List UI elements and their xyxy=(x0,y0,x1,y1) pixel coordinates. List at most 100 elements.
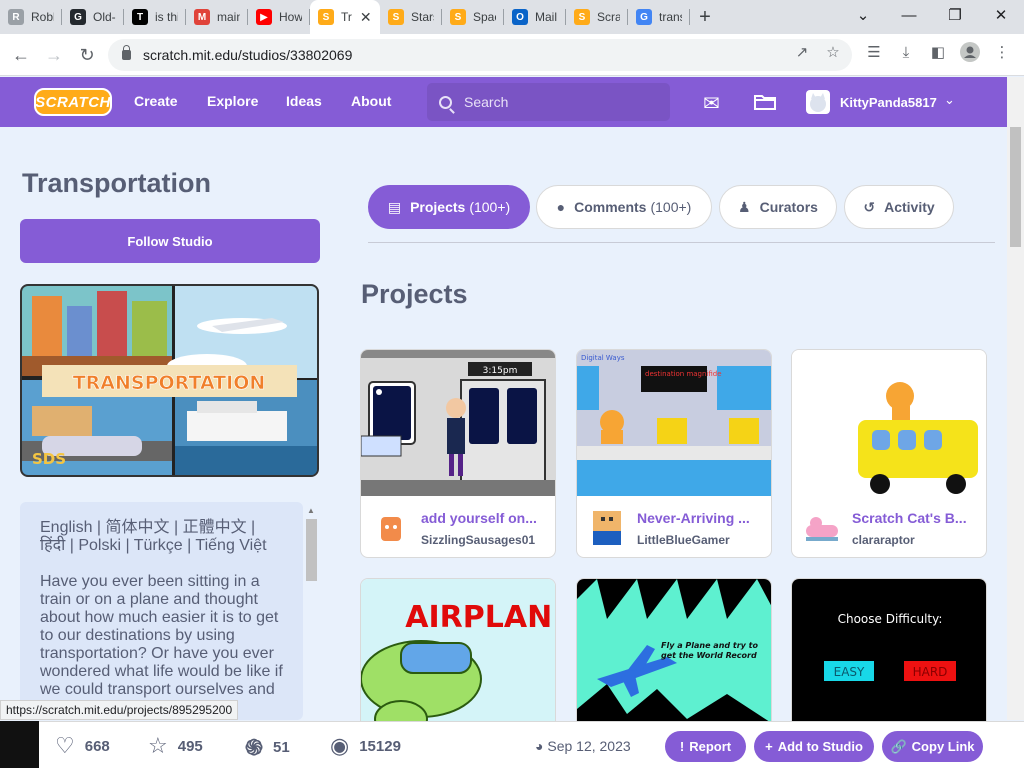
browser-tab[interactable]: O Mail xyxy=(504,0,566,34)
close-tab-icon[interactable]: ✕ xyxy=(360,9,372,26)
browser-tab[interactable]: S Stars xyxy=(380,0,442,34)
share-icon[interactable]: ↗ xyxy=(792,42,812,62)
easy-label: EASY xyxy=(834,665,865,679)
media-control-icon[interactable]: ☰ xyxy=(864,42,884,62)
tab-favicon-icon: S xyxy=(388,9,404,25)
search-input[interactable]: Search xyxy=(427,83,670,121)
browser-tab[interactable]: S Scrat xyxy=(566,0,628,34)
projects-icon: ▤ xyxy=(387,198,402,215)
projects-heading: Projects xyxy=(361,279,468,309)
project-card[interactable]: Scratch Cat's B... clararaptor xyxy=(791,349,987,558)
messages-icon[interactable]: ✉ xyxy=(703,91,720,116)
report-button[interactable]: ! Report xyxy=(665,731,746,762)
tab-curators[interactable]: ♟ Curators xyxy=(719,185,837,229)
thumbnail-tag: Digital Ways xyxy=(581,354,625,362)
tab-projects[interactable]: ▤ Projects (100+) xyxy=(368,185,530,229)
address-bar: ← → ↻ scratch.mit.edu/studios/33802069 ↗… xyxy=(0,34,1024,76)
lock-icon xyxy=(122,45,131,60)
project-title[interactable]: Never-Arriving ... xyxy=(637,510,763,526)
follow-studio-button[interactable]: Follow Studio xyxy=(20,219,320,263)
nav-about[interactable]: About xyxy=(351,93,391,109)
close-window-icon[interactable]: ✕ xyxy=(978,0,1024,30)
new-tab-button[interactable]: + xyxy=(690,0,720,34)
browser-tab-title: Stars xyxy=(411,10,434,24)
thumbnail-badge: SDS xyxy=(32,450,66,468)
project-card[interactable]: Choose Difficulty: EASY HARD xyxy=(791,578,987,723)
project-title[interactable]: Scratch Cat's B... xyxy=(852,510,978,526)
browser-tab[interactable]: S Spac xyxy=(442,0,504,34)
project-card[interactable]: Fly a Plane and try to get the World Rec… xyxy=(576,578,772,723)
maximize-icon[interactable]: ❐ xyxy=(932,0,978,30)
project-author[interactable]: LittleBlueGamer xyxy=(637,533,730,547)
browser-tab[interactable]: R Roblo xyxy=(0,0,62,34)
loves-stat[interactable]: ♡ 668 xyxy=(55,733,110,759)
nav-create[interactable]: Create xyxy=(134,93,178,109)
add-to-studio-button[interactable]: + Add to Studio xyxy=(754,731,874,762)
tab-comments[interactable]: ● Comments (100+) xyxy=(536,185,712,229)
project-thumbnail: destination magnifide Digital Ways xyxy=(577,350,771,496)
eye-icon: ◉ xyxy=(330,733,350,758)
author-avatar[interactable] xyxy=(802,507,842,547)
scratch-logo[interactable]: SCRATCH xyxy=(34,88,112,116)
copy-link-button[interactable]: 🔗 Copy Link xyxy=(882,731,983,762)
project-author[interactable]: clararaptor xyxy=(852,533,915,547)
profile-icon[interactable] xyxy=(960,42,980,62)
studio-thumbnail: TRANSPORTATION SDS xyxy=(20,284,319,477)
nav-explore[interactable]: Explore xyxy=(207,93,258,109)
page-scrollbar[interactable] xyxy=(1007,77,1024,720)
project-card[interactable]: 3:15pm add yourself on... SizzlingSausag… xyxy=(360,349,556,558)
browser-tab[interactable]: G Old-F xyxy=(62,0,124,34)
difficulty-prompt: Choose Difficulty: xyxy=(838,612,943,626)
browser-tab[interactable]: ▶ How xyxy=(248,0,310,34)
author-avatar[interactable] xyxy=(587,507,627,547)
views-stat: ◉ 15129 xyxy=(330,733,401,759)
project-card[interactable]: AIRPLANE xyxy=(360,578,556,723)
tab-favicon-icon: R xyxy=(8,9,24,25)
minimize-icon[interactable]: — xyxy=(886,0,932,30)
browser-tab[interactable]: Tis thi xyxy=(124,0,186,34)
user-avatar[interactable] xyxy=(806,90,830,114)
chevron-down-icon[interactable]: ⌄ xyxy=(944,92,955,108)
menu-kebab-icon[interactable]: ⋮ xyxy=(992,42,1012,62)
project-date: ◕ Sep 12, 2023 xyxy=(535,738,631,754)
my-stuff-folder-icon[interactable] xyxy=(753,91,777,117)
author-avatar[interactable] xyxy=(371,507,411,547)
browser-tab[interactable]: S Tr ✕ xyxy=(310,0,380,34)
thumbnail-text: AIRPLANE xyxy=(405,600,556,635)
studio-description: English | 简体中文 | 正體中文 | हिंदी | Polski |… xyxy=(20,502,303,720)
browser-tab[interactable]: Mmain xyxy=(186,0,248,34)
description-languages: English | 简体中文 | 正體中文 | हिंदी | Polski |… xyxy=(40,519,267,554)
back-icon[interactable]: ← xyxy=(8,42,34,68)
exclamation-icon: ! xyxy=(679,739,685,754)
status-url: https://scratch.mit.edu/projects/8952952… xyxy=(0,700,239,720)
tab-favicon-icon: G xyxy=(636,9,652,25)
tab-activity[interactable]: ↺ Activity xyxy=(844,185,954,229)
url-field[interactable]: scratch.mit.edu/studios/33802069 xyxy=(108,39,852,71)
project-thumbnail: Choose Difficulty: EASY HARD xyxy=(792,579,986,722)
username[interactable]: KittyPanda5817 xyxy=(840,95,937,110)
favorites-stat[interactable]: ☆ 495 xyxy=(148,733,203,759)
browser-tab[interactable]: Gtrans xyxy=(628,0,690,34)
description-scrollbar[interactable]: ▲ xyxy=(305,506,317,720)
description-scroll-thumb[interactable] xyxy=(306,519,317,581)
sign-text: destination magnifide xyxy=(645,370,722,378)
scroll-up-arrow-icon[interactable]: ▲ xyxy=(307,506,315,515)
scrollbar-thumb[interactable] xyxy=(1010,127,1021,247)
clock-icon: ◕ xyxy=(535,738,544,754)
bookmark-star-icon[interactable]: ☆ xyxy=(823,42,843,62)
tab-comments-count: (100+) xyxy=(650,199,692,215)
thumbnail-text: Fly a Plane and try to get the World Rec… xyxy=(661,641,758,660)
browser-tab-title: trans xyxy=(659,10,682,24)
description-body: Have you ever been sitting in a train or… xyxy=(40,573,283,698)
tab-search-icon[interactable]: ⌄ xyxy=(840,0,886,30)
reload-icon[interactable]: ↻ xyxy=(74,42,100,68)
nav-ideas[interactable]: Ideas xyxy=(286,93,322,109)
tab-projects-label: Projects xyxy=(410,199,466,215)
project-author[interactable]: SizzlingSausages01 xyxy=(421,533,535,547)
project-card[interactable]: destination magnifide Digital Ways Never… xyxy=(576,349,772,558)
clock-text: 3:15pm xyxy=(483,366,518,376)
download-icon[interactable]: ⤓ xyxy=(896,42,916,62)
forward-icon[interactable]: → xyxy=(41,42,67,68)
project-title[interactable]: add yourself on... xyxy=(421,510,547,526)
side-panel-icon[interactable]: ◧ xyxy=(928,42,948,62)
